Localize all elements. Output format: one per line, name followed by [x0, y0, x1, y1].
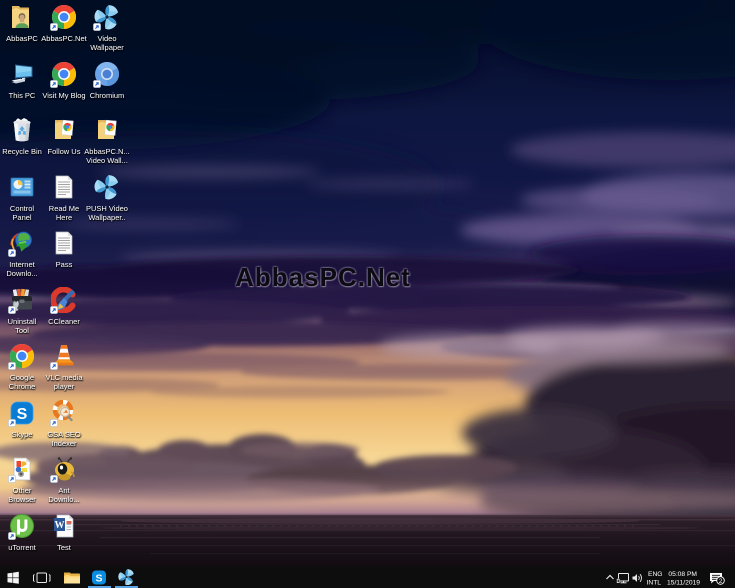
svg-text:S: S — [95, 573, 102, 585]
svg-text:INTL: INTL — [647, 580, 662, 587]
svg-text:05:08 PM: 05:08 PM — [668, 571, 697, 578]
svg-text:2: 2 — [719, 578, 723, 585]
svg-text:15/11/2019: 15/11/2019 — [667, 580, 700, 587]
svg-text:ENG: ENG — [648, 571, 663, 578]
